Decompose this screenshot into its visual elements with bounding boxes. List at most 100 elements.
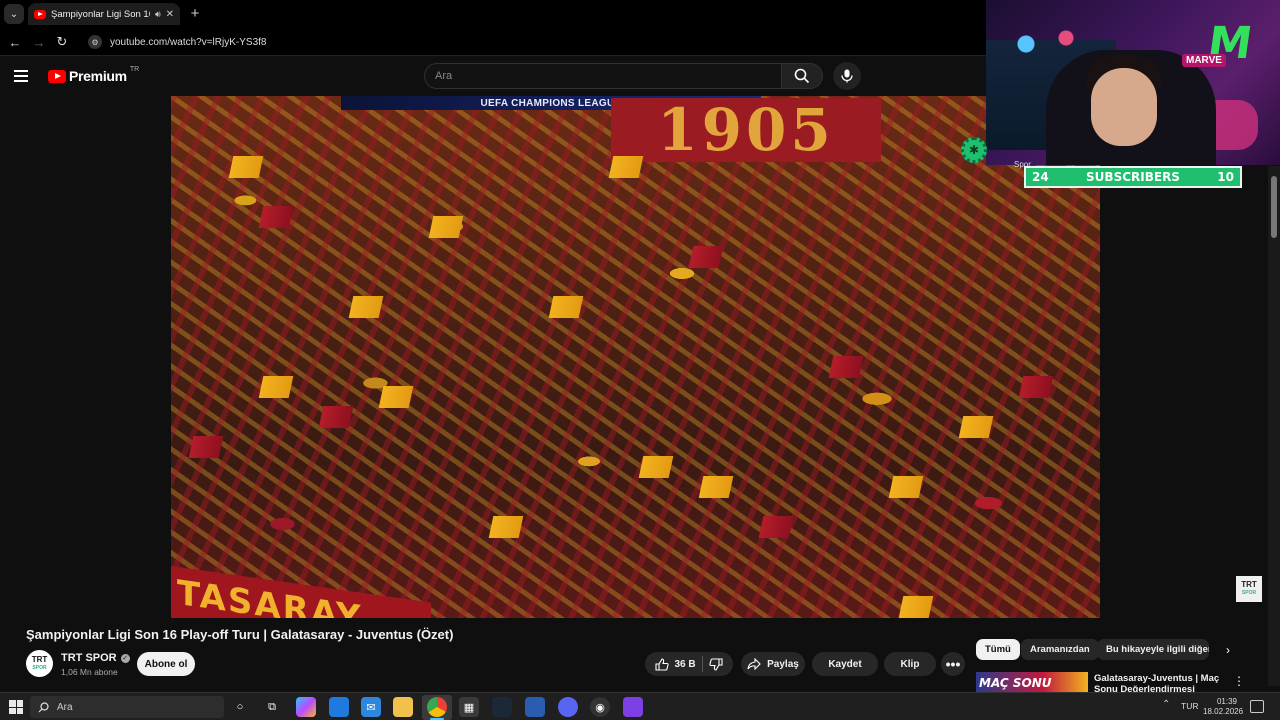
chip-from-search[interactable]: Aramanızdan: [1021, 639, 1099, 660]
clip-button[interactable]: Klip: [884, 652, 936, 676]
chevron-down-icon[interactable]: ⌄: [4, 4, 24, 24]
vertical-more-icon[interactable]: ⋮: [1232, 673, 1246, 689]
crowd-flag: [958, 416, 994, 438]
cortana-icon[interactable]: ○: [230, 697, 250, 717]
ucl-board-text: UEFA CHAMPIONS LEAGUE: [480, 97, 622, 109]
verified-check-icon: ✓: [120, 653, 130, 663]
share-button[interactable]: Paylaş: [741, 652, 805, 676]
youtube-logo[interactable]: Premium TR: [48, 65, 140, 84]
channel-avatar[interactable]: TRT SPOR: [26, 650, 53, 677]
crowd-flag: [758, 516, 794, 538]
search-button[interactable]: [781, 63, 823, 89]
taskbar-search[interactable]: Ara: [30, 696, 224, 718]
windows-start-icon[interactable]: [9, 700, 23, 714]
subscriber-right-count: 10: [1217, 170, 1234, 184]
tray-clock[interactable]: 01:39 18.02.2026: [1203, 697, 1244, 717]
crowd-flag: [228, 156, 264, 178]
recommended-title[interactable]: Galatasaray-Juventus | Maç Sonu Değerlen…: [1094, 673, 1220, 693]
channel-name[interactable]: TRT SPOR: [61, 652, 117, 664]
discord-icon[interactable]: [558, 697, 578, 717]
tray-date: 18.02.2026: [1203, 707, 1244, 716]
page-scrollbar[interactable]: [1268, 166, 1280, 686]
recommended-thumbnail[interactable]: MAÇ SONU: [976, 672, 1088, 694]
tray-chevron-up-icon[interactable]: ⌃: [1162, 699, 1170, 710]
search-input[interactable]: [435, 70, 781, 82]
youtube-header: Premium TR: [0, 56, 986, 96]
reload-icon[interactable]: ↻: [53, 33, 71, 51]
year-banner-text: 1905: [657, 96, 835, 164]
crowd-flag: [608, 156, 644, 178]
app-icon[interactable]: [623, 697, 643, 717]
subscriber-label: SUBSCRIBERS: [1086, 170, 1180, 184]
browser-tab[interactable]: Şampiyonlar Ligi Son 16 Play-off Turu | …: [28, 3, 180, 25]
tray-language[interactable]: TUR: [1181, 701, 1198, 711]
share-label: Paylaş: [767, 658, 799, 670]
crowd-flag: [378, 386, 414, 408]
crowd-flag: [258, 376, 294, 398]
url-text: youtube.com/watch?v=lRjyK-YS3f8: [110, 36, 267, 48]
stadium-bottom-banner: TASARAY: [171, 566, 431, 618]
site-info-icon[interactable]: ⚙: [88, 35, 102, 49]
tray-time: 01:39: [1216, 697, 1237, 706]
trt-spor-watermark: TRT SPOR: [1236, 576, 1262, 602]
chrome-icon[interactable]: [427, 697, 447, 717]
voice-search-button[interactable]: [833, 62, 861, 90]
back-arrow-icon[interactable]: ←: [6, 33, 24, 51]
channel-name-row[interactable]: TRT SPOR ✓: [61, 652, 130, 664]
mail-icon[interactable]: ✉: [361, 697, 381, 717]
address-bar[interactable]: ⚙ youtube.com/watch?v=lRjyK-YS3f8: [82, 31, 982, 53]
search-box[interactable]: [424, 63, 782, 89]
crowd-flag: [258, 206, 294, 228]
scrollbar-thumb[interactable]: [1271, 176, 1277, 238]
browser-tabstrip: ⌄ Şampiyonlar Ligi Son 16 Play-off Turu …: [0, 0, 986, 28]
store-icon[interactable]: ▦: [459, 697, 479, 717]
crowd-flag: [888, 476, 924, 498]
chip-related-story[interactable]: Bu hikayeyle ilgili diğer i: [1097, 639, 1209, 660]
new-tab-button[interactable]: +: [186, 4, 204, 22]
logo-region: TR: [129, 65, 140, 73]
copilot-icon[interactable]: [296, 697, 316, 717]
video-title: Şampiyonlar Ligi Son 16 Play-off Turu | …: [26, 627, 454, 642]
watermark-top: TRT: [1241, 580, 1257, 589]
channel-subscriber-count: 1,06 Mn abone: [61, 667, 118, 677]
search-icon: [794, 68, 810, 84]
crowd-flag: [638, 456, 674, 478]
youtube-play-icon: [48, 69, 66, 83]
subscriber-left-count: 24: [1032, 170, 1049, 184]
crowd-flag: [188, 436, 224, 458]
like-dislike-group: 36 B: [645, 652, 733, 676]
close-tab-icon[interactable]: ✕: [166, 9, 174, 20]
dislike-button[interactable]: [708, 657, 723, 671]
obs-icon[interactable]: ◉: [590, 697, 610, 717]
like-count: 36 B: [674, 658, 696, 670]
app-icon[interactable]: [525, 697, 545, 717]
steam-icon[interactable]: [492, 697, 512, 717]
thumbs-up-icon: [655, 657, 670, 671]
crowd-flag: [898, 596, 934, 618]
crowd-flag: [828, 356, 864, 378]
logo-text: Premium: [69, 68, 127, 84]
streamer-webcam: M MARVE: [986, 0, 1280, 165]
browser-navbar: ← → ↻ ⚙ youtube.com/watch?v=lRjyK-YS3f8: [0, 28, 986, 56]
save-button[interactable]: Kaydet: [812, 652, 878, 676]
video-player[interactable]: UEFA CHAMPIONS LEAGUE 1905 TASARAY: [171, 96, 1100, 618]
speaker-icon[interactable]: 🔊︎: [155, 9, 161, 20]
chip-all[interactable]: Tümü: [976, 639, 1020, 660]
search-icon: [38, 701, 49, 712]
thumbs-down-icon: [708, 657, 723, 671]
forward-arrow-icon[interactable]: →: [30, 33, 48, 51]
crowd-flag: [548, 296, 584, 318]
more-actions-icon[interactable]: •••: [941, 652, 965, 676]
terminal-icon[interactable]: [329, 697, 349, 717]
subscribe-button[interactable]: Abone ol: [137, 652, 195, 676]
notification-icon[interactable]: [1250, 700, 1264, 713]
crowd-flag: [698, 476, 734, 498]
like-button[interactable]: 36 B: [655, 657, 696, 671]
chevron-right-icon[interactable]: ›: [1220, 642, 1236, 658]
crowd-flag: [318, 406, 354, 428]
task-view-icon[interactable]: ⧉: [262, 697, 282, 717]
file-explorer-icon[interactable]: [393, 697, 413, 717]
webcam-name-tag: MARVE: [1182, 54, 1226, 67]
stadium-year-banner: 1905: [611, 96, 881, 164]
hamburger-menu-icon[interactable]: [14, 66, 34, 86]
